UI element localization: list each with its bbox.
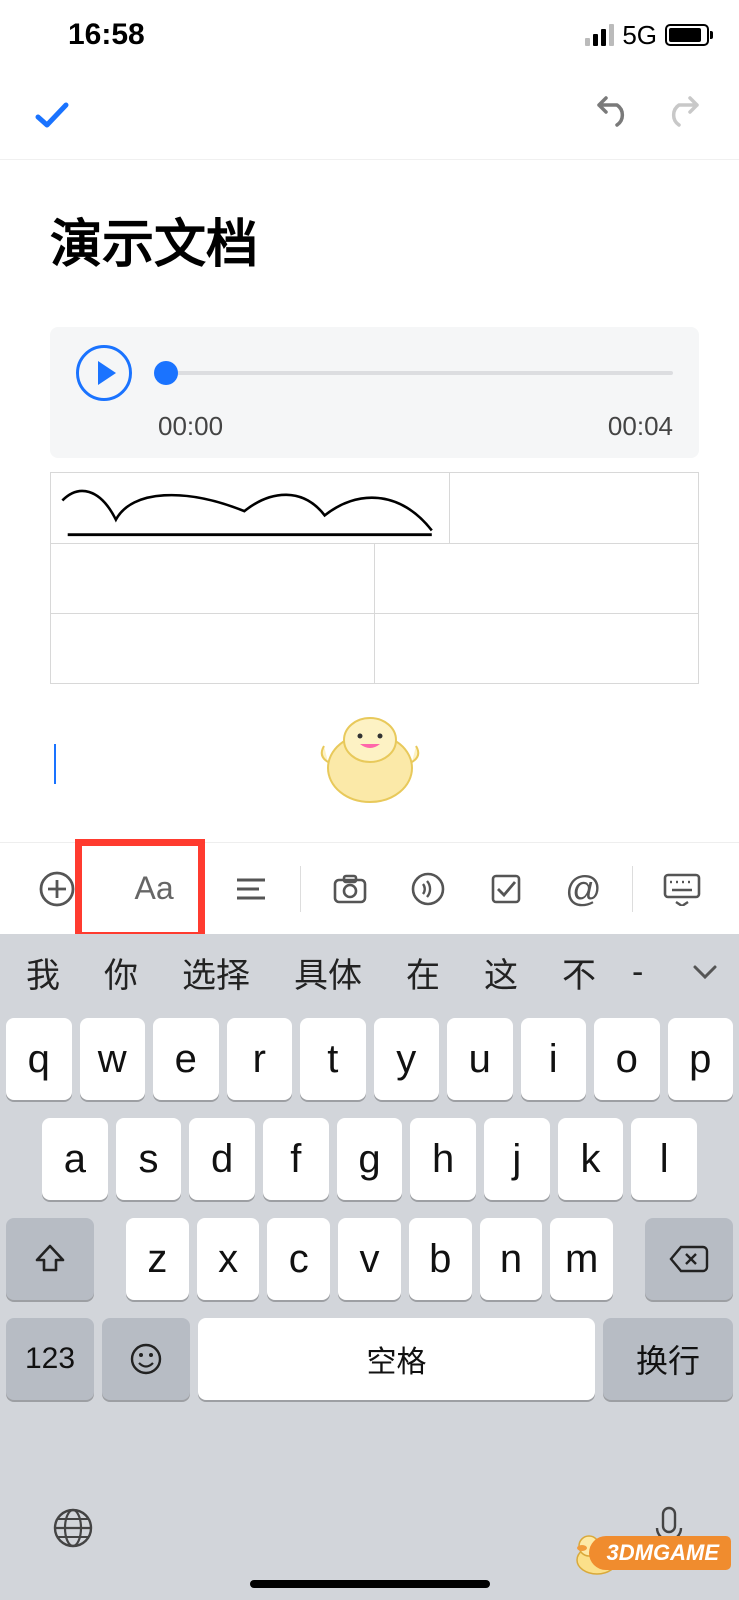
space-key[interactable]: 空格 [198,1318,595,1400]
audio-total: 00:04 [608,411,673,442]
key-f[interactable]: f [263,1118,329,1200]
voice-button[interactable] [389,854,467,924]
format-bar: Aa @ [0,842,739,934]
key-z[interactable]: z [126,1218,189,1300]
key-c[interactable]: c [267,1218,330,1300]
key-i[interactable]: i [521,1018,587,1100]
key-y[interactable]: y [374,1018,440,1100]
enter-key[interactable]: 换行 [603,1318,733,1400]
keyboard: 我 你 选择 具体 在 这 不 - q w e r t y u i o p a … [0,934,739,1600]
key-b[interactable]: b [409,1218,472,1300]
table-cell[interactable] [374,614,698,683]
done-button[interactable] [30,93,74,137]
table-cell[interactable] [51,544,374,613]
font-style-button[interactable]: Aa [96,854,213,924]
numeric-key[interactable]: 123 [6,1318,94,1400]
candidate[interactable]: - [618,953,653,992]
backspace-key[interactable] [645,1218,733,1300]
key-k[interactable]: k [558,1118,624,1200]
key-row: z x c v b n m [6,1218,733,1300]
table-row[interactable] [51,613,698,683]
key-v[interactable]: v [338,1218,401,1300]
key-row: 123 空格 换行 [0,1318,739,1400]
mascot-icon [310,710,430,810]
key-e[interactable]: e [153,1018,219,1100]
hide-keyboard-button[interactable] [643,854,721,924]
candidate[interactable]: 在 [384,948,462,997]
key-row: q w e r t y u i o p [6,1018,733,1100]
signal-icon [585,24,614,46]
key-w[interactable]: w [80,1018,146,1100]
shift-key[interactable] [6,1218,94,1300]
redo-button[interactable] [665,93,709,137]
key-a[interactable]: a [42,1118,108,1200]
table-row[interactable] [51,473,698,543]
key-n[interactable]: n [480,1218,543,1300]
status-bar: 16:58 5G [0,0,739,70]
candidate[interactable]: 这 [462,948,540,997]
globe-key[interactable] [50,1505,96,1551]
document-area[interactable]: 演示文档 00:00 00:04 [0,160,739,784]
key-h[interactable]: h [410,1118,476,1200]
table-cell[interactable] [51,473,449,543]
battery-icon [665,24,709,46]
separator [300,866,301,912]
key-t[interactable]: t [300,1018,366,1100]
doc-title[interactable]: 演示文档 [50,202,699,277]
key-q[interactable]: q [6,1018,72,1100]
undo-button[interactable] [587,93,631,137]
key-m[interactable]: m [550,1218,613,1300]
key-u[interactable]: u [447,1018,513,1100]
table-cell[interactable] [51,614,374,683]
key-o[interactable]: o [594,1018,660,1100]
audio-current: 00:00 [158,411,223,442]
status-time: 16:58 [68,18,145,52]
candidate[interactable]: 具体 [272,948,384,997]
editor-toolbar [0,70,739,160]
add-button[interactable] [18,854,96,924]
status-right: 5G [585,20,709,51]
table-row[interactable] [51,543,698,613]
separator [632,866,633,912]
audio-thumb[interactable] [154,361,178,385]
mention-button[interactable]: @ [544,854,622,924]
play-button[interactable] [76,345,132,401]
key-r[interactable]: r [227,1018,293,1100]
handwriting-icon [57,479,443,543]
candidate[interactable]: 选择 [160,948,272,997]
camera-button[interactable] [311,854,389,924]
paragraph-button[interactable] [212,854,290,924]
home-indicator[interactable] [250,1580,490,1588]
audio-track[interactable] [158,371,673,375]
emoji-key[interactable] [102,1318,190,1400]
key-j[interactable]: j [484,1118,550,1200]
text-cursor [54,744,56,784]
key-p[interactable]: p [668,1018,734,1100]
table[interactable] [50,472,699,684]
watermark: 3DMGAME [589,1536,731,1570]
key-d[interactable]: d [189,1118,255,1200]
table-cell[interactable] [374,544,698,613]
candidate[interactable]: 我 [4,948,82,997]
checklist-button[interactable] [467,854,545,924]
candidate[interactable]: 你 [82,948,160,997]
key-x[interactable]: x [197,1218,260,1300]
key-row: a s d f g h j k l [6,1118,733,1200]
key-l[interactable]: l [631,1118,697,1200]
key-g[interactable]: g [337,1118,403,1200]
expand-candidates-button[interactable] [675,942,735,1002]
table-cell[interactable] [449,473,698,543]
key-s[interactable]: s [116,1118,182,1200]
audio-player: 00:00 00:04 [50,327,699,458]
network-label: 5G [622,20,657,51]
candidate[interactable]: 不 [540,948,618,997]
candidate-row: 我 你 选择 具体 在 这 不 - [0,934,739,1010]
